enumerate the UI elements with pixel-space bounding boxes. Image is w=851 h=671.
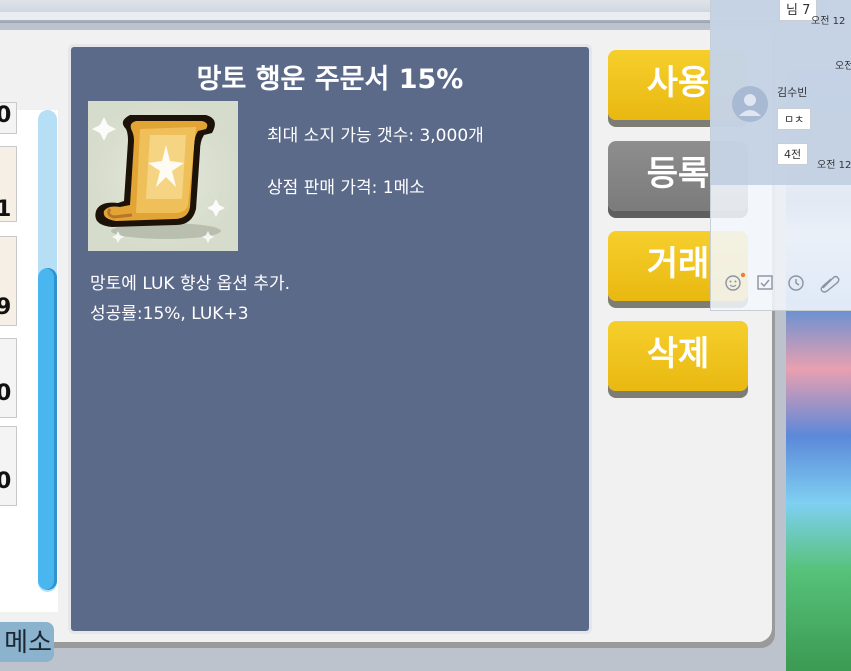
chat-message: 4전 <box>777 143 809 165</box>
inventory-slot[interactable]: 1 <box>0 146 17 222</box>
item-description: 망토에 LUK 향상 옵션 추가. <box>90 274 290 294</box>
item-detail-panel: 망토 행운 주문서 15% 최대 소지 가능 갯수: 3,000개 상점 판매 … <box>68 44 592 634</box>
inventory-slot[interactable]: 0 <box>0 102 17 134</box>
top-window-edge <box>0 12 790 22</box>
item-title: 망토 행운 주문서 15% <box>196 64 464 95</box>
item-count: 1 <box>0 197 12 222</box>
inventory-slot[interactable]: 9 <box>0 236 17 326</box>
attachment-icon[interactable] <box>820 275 840 293</box>
clock-icon[interactable] <box>788 275 804 291</box>
calendar-icon[interactable] <box>757 275 773 290</box>
chat-time: 오전 12 <box>817 160 851 171</box>
avatar[interactable] <box>732 86 768 122</box>
meso-label: 메소 <box>0 622 54 662</box>
item-count: 9 <box>0 295 12 320</box>
item-count: 0 <box>0 469 12 494</box>
item-effect: 성공률:15%, LUK+3 <box>90 304 249 324</box>
delete-button[interactable]: 삭제 <box>608 321 748 391</box>
chat-time: 오전 12 <box>811 16 846 27</box>
chat-time: 오전 <box>835 61 851 72</box>
scroll-icon <box>88 101 238 251</box>
chat-overlay: 님 7 오전 12 오전 김수빈 ㅁㅊ 4전 오전 12 <box>710 0 851 311</box>
inventory-slot[interactable]: 0 <box>0 338 17 418</box>
scrollbar-thumb[interactable] <box>38 268 57 590</box>
chat-message: ㅁㅊ <box>777 108 812 130</box>
max-count-text: 최대 소지 가능 갯수: 3,000개 <box>267 126 484 146</box>
emoji-icon[interactable] <box>725 272 746 291</box>
inventory-slot[interactable]: 0 <box>0 426 17 506</box>
item-count: 0 <box>0 381 12 406</box>
chat-sender: 김수빈 <box>777 86 808 99</box>
item-count: 0 <box>0 103 12 128</box>
shop-price-text: 상점 판매 가격: 1메소 <box>267 178 425 198</box>
